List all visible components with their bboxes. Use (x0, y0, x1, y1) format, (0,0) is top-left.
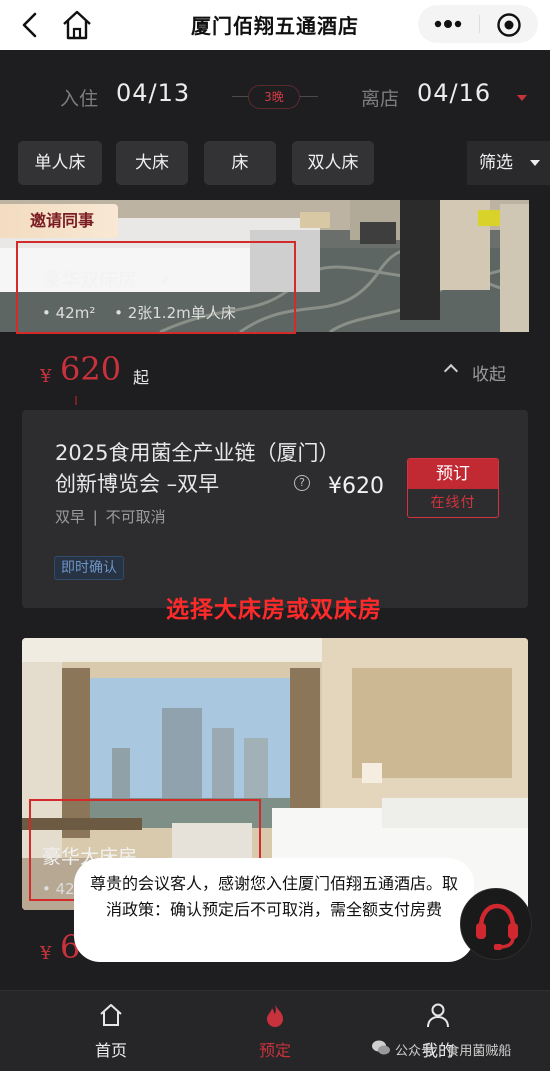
book-button[interactable]: 预订 在线付 (407, 458, 499, 518)
headset-icon (476, 903, 518, 950)
chip-king-bed[interactable]: 大床 (116, 141, 188, 185)
checkout-label: 离店 (361, 88, 400, 110)
currency-symbol: ¥ (40, 366, 52, 387)
pay-online-label: 在线付 (430, 495, 476, 511)
rate-plan-name: 2025食用菌全产业链（厦门）创新博览会 –双早 (55, 441, 329, 496)
policy-toast: 尊贵的会议客人，感谢您入住厦门佰翔五通酒店。取消政策：确认预定后不可取消，需全额… (74, 858, 474, 962)
more-dots-icon[interactable] (428, 13, 468, 35)
filter-label: 筛选 (479, 153, 513, 173)
app-screen: 厦门佰翔五通酒店 入住 04/13 3晚 离店 04/16 单人床 大床 床 双… (0, 0, 550, 1071)
customer-service-button[interactable] (460, 888, 532, 960)
page-title: 厦门佰翔五通酒店 (191, 14, 359, 38)
chevron-down-icon (530, 160, 540, 166)
tab-book-label: 预定 (258, 1041, 291, 1060)
checkin-label: 入住 (60, 88, 99, 110)
home-icon (100, 1004, 122, 1026)
instant-confirm-tag: 即时确认 (54, 556, 124, 580)
currency-symbol: ¥ (40, 943, 52, 964)
room-price-twin: 620 (60, 350, 122, 388)
top-nav-bar: 厦门佰翔五通酒店 (0, 0, 550, 50)
filter-button[interactable]: 筛选 (467, 141, 550, 185)
checkout-date[interactable]: 04/16 (417, 79, 491, 107)
highlight-box (16, 241, 296, 334)
back-arrow-icon[interactable] (14, 8, 48, 42)
chevron-up-icon[interactable] (443, 363, 459, 379)
wechat-icon (372, 1040, 390, 1055)
meta-divider: | (92, 508, 98, 526)
checkin-date[interactable]: 04/13 (116, 79, 190, 107)
tab-home-label: 首页 (94, 1041, 127, 1060)
price-from-label: 起 (133, 368, 150, 387)
meal-info: 双早 (55, 508, 86, 526)
flame-icon (267, 1004, 283, 1027)
annotation-text: 选择大床房或双床房 (166, 597, 382, 623)
help-icon[interactable]: ? (294, 475, 310, 491)
home-icon[interactable] (58, 6, 96, 44)
watermark-text: 公众号 · 食用菌贼船 (395, 1044, 512, 1059)
price-pointer (75, 396, 77, 405)
rate-plan-card[interactable]: 2025食用菌全产业链（厦门）创新博览会 –双早 ? ¥620 预订 在线付 双… (22, 410, 528, 608)
chip-bed[interactable]: 床 (204, 141, 276, 185)
chevron-down-icon[interactable] (517, 95, 527, 101)
date-selector[interactable]: 入住 04/13 3晚 离店 04/16 (0, 62, 550, 128)
chip-twin-bed[interactable]: 双人床 (292, 141, 374, 185)
chip-single-bed[interactable]: 单人床 (18, 141, 102, 185)
tab-book[interactable]: 预定 (235, 1001, 315, 1061)
target-close-icon[interactable] (496, 12, 522, 38)
rate-plan-price: ¥620 (328, 474, 384, 499)
rate-plan-meta: 双早 | 不可取消 (55, 506, 166, 527)
capsule-divider (479, 15, 480, 33)
book-label: 预订 (408, 459, 498, 489)
invite-colleague-badge[interactable]: 邀请同事 (0, 204, 118, 238)
user-icon (427, 1003, 449, 1028)
tab-home[interactable]: 首页 (71, 1001, 151, 1061)
nights-badge: 3晚 (248, 85, 300, 109)
cancel-policy: 不可取消 (105, 508, 166, 526)
mini-program-capsule (418, 5, 538, 43)
collapse-button[interactable]: 收起 (472, 360, 506, 385)
